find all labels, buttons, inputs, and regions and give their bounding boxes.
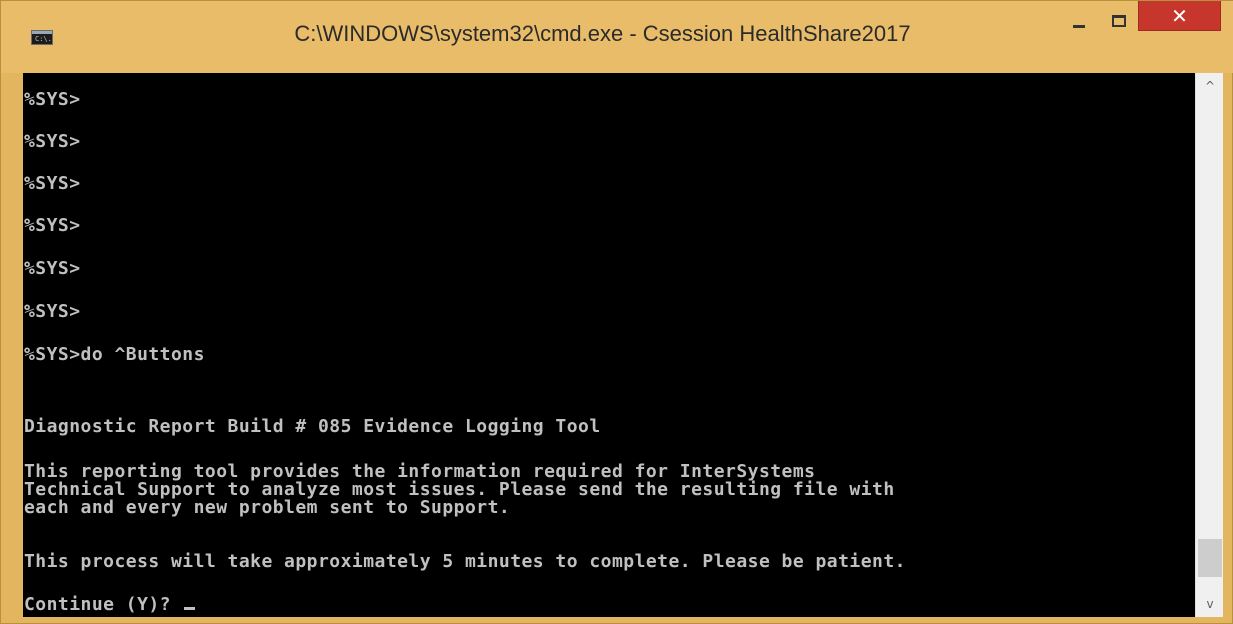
console-line: %SYS>: [24, 89, 81, 110]
chevron-up-icon[interactable]: ^: [1196, 73, 1224, 99]
title-bar[interactable]: C:\. C:\WINDOWS\system32\cmd.exe - Csess…: [1, 1, 1233, 73]
maximize-icon: [1112, 15, 1126, 27]
prompt-line[interactable]: Continue (Y)?: [24, 596, 196, 614]
text-cursor: [184, 607, 196, 610]
prompt-text: Continue (Y)?: [24, 594, 183, 615]
console-line: %SYS>: [24, 131, 81, 152]
minimize-icon: [1073, 24, 1085, 28]
maximize-button[interactable]: [1103, 5, 1135, 37]
console-line: %SYS>: [24, 301, 81, 322]
chevron-down-icon[interactable]: v: [1196, 591, 1224, 617]
vertical-scrollbar[interactable]: ^ v: [1195, 73, 1223, 617]
console-line: %SYS>: [24, 258, 81, 279]
console-line: This process will take approximately 5 m…: [24, 551, 906, 572]
console-window: C:\. C:\WINDOWS\system32\cmd.exe - Csess…: [0, 0, 1233, 624]
minimize-button[interactable]: [1063, 5, 1095, 37]
console-line: Technical Support to analyze most issues…: [24, 479, 895, 500]
window-title: C:\WINDOWS\system32\cmd.exe - Csession H…: [294, 21, 911, 46]
console-line: This reporting tool provides the informa…: [24, 461, 816, 482]
console-line: Diagnostic Report Build # 085 Evidence L…: [24, 416, 601, 437]
console-line: %SYS>do ^Buttons: [24, 344, 205, 365]
close-icon: ✕: [1171, 3, 1188, 28]
scroll-thumb[interactable]: [1198, 539, 1222, 578]
console-line: each and every new problem sent to Suppo…: [24, 497, 511, 518]
console-line: %SYS>: [24, 173, 81, 194]
console-line: %SYS>: [24, 215, 81, 236]
console-output[interactable]: %SYS> %SYS> %SYS> %SYS> %SYS> %SYS> %SYS…: [23, 73, 1195, 617]
close-button[interactable]: ✕: [1138, 1, 1221, 31]
